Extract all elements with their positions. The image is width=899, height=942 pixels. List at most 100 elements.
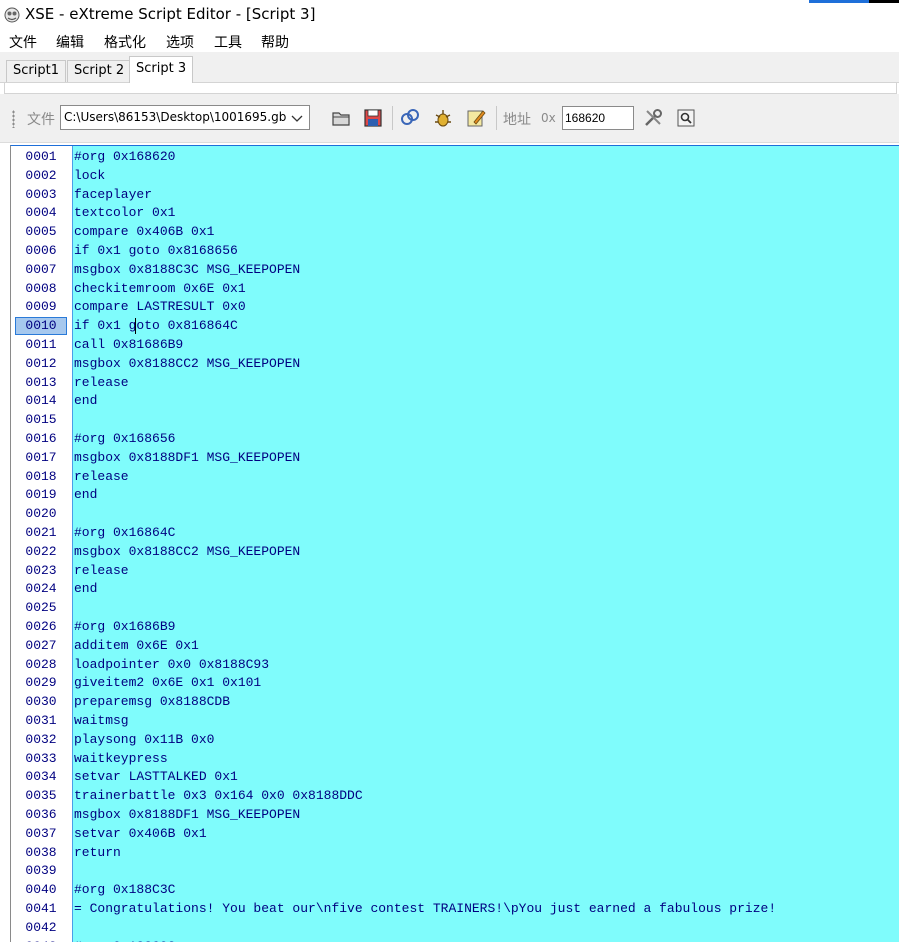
debug-icon[interactable] <box>431 106 455 130</box>
code-text[interactable]: compare LASTRESULT 0x0 <box>74 298 246 317</box>
code-text[interactable]: waitkeypress <box>74 750 168 769</box>
editor-line[interactable]: 0021 #org 0x16864C <box>11 524 899 543</box>
menu-tools[interactable]: 工具 <box>212 32 244 52</box>
editor-line[interactable]: 0029 giveitem2 0x6E 0x1 0x101 <box>11 674 899 693</box>
code-text[interactable]: loadpointer 0x0 0x8188C93 <box>74 656 269 675</box>
editor-line[interactable]: 0042 <box>11 919 899 938</box>
code-text[interactable]: setvar LASTTALKED 0x1 <box>74 768 238 787</box>
code-text[interactable]: msgbox 0x8188DF1 MSG_KEEPOPEN <box>74 449 300 468</box>
code-text[interactable]: #org 0x168656 <box>74 430 175 449</box>
editor-line[interactable]: 0014 end <box>11 392 899 411</box>
edit-icon[interactable] <box>464 106 488 130</box>
menu-file[interactable]: 文件 <box>7 32 39 52</box>
editor-line[interactable]: 0010 if 0x1 goto 0x816864C <box>11 317 899 336</box>
code-text[interactable]: trainerbattle 0x3 0x164 0x0 0x8188DDC <box>74 787 363 806</box>
editor-line[interactable]: 0034 setvar LASTTALKED 0x1 <box>11 768 899 787</box>
editor-line[interactable]: 0013 release <box>11 374 899 393</box>
tab-script1[interactable]: Script1 <box>6 60 66 82</box>
code-text[interactable]: msgbox 0x8188CC2 MSG_KEEPOPEN <box>74 543 300 562</box>
editor-line[interactable]: 0025 <box>11 599 899 618</box>
code-text[interactable]: release <box>74 374 129 393</box>
compile-icon[interactable] <box>398 106 422 130</box>
file-path-combo[interactable]: C:\Users\86153\Desktop\1001695.gb <box>60 105 310 130</box>
code-text[interactable]: faceplayer <box>74 186 152 205</box>
search-icon[interactable] <box>674 106 698 130</box>
address-input[interactable] <box>562 106 634 130</box>
editor-line[interactable]: 0036 msgbox 0x8188DF1 MSG_KEEPOPEN <box>11 806 899 825</box>
code-text[interactable]: msgbox 0x8188C3C MSG_KEEPOPEN <box>74 261 300 280</box>
menu-help[interactable]: 帮助 <box>259 32 291 52</box>
editor-line[interactable]: 0041 = Congratulations! You beat our\nfiv… <box>11 900 899 919</box>
code-text[interactable]: if 0x1 goto 0x816864C <box>74 317 238 336</box>
editor-line[interactable]: 0011 call 0x81686B9 <box>11 336 899 355</box>
save-icon[interactable] <box>361 106 385 130</box>
code-text[interactable]: preparemsg 0x8188CDB <box>74 693 230 712</box>
code-text[interactable]: release <box>74 562 129 581</box>
code-text[interactable]: end <box>74 580 97 599</box>
editor-line[interactable]: 0023 release <box>11 562 899 581</box>
code-text[interactable]: msgbox 0x8188CC2 MSG_KEEPOPEN <box>74 355 300 374</box>
code-text[interactable]: playsong 0x11B 0x0 <box>74 731 214 750</box>
open-folder-icon[interactable] <box>329 106 353 130</box>
editor-line[interactable]: 0043 #org 0x188C93 <box>11 938 899 942</box>
code-text[interactable]: return <box>74 844 121 863</box>
editor-line[interactable]: 0032 playsong 0x11B 0x0 <box>11 731 899 750</box>
toolbar-grip[interactable] <box>12 110 15 128</box>
editor-line[interactable]: 0019 end <box>11 486 899 505</box>
code-text[interactable]: giveitem2 0x6E 0x1 0x101 <box>74 674 261 693</box>
editor-line[interactable]: 0024 end <box>11 580 899 599</box>
code-text[interactable]: #org 0x168620 <box>74 148 175 167</box>
code-text[interactable]: #org 0x1686B9 <box>74 618 175 637</box>
editor-line[interactable]: 0008 checkitemroom 0x6E 0x1 <box>11 280 899 299</box>
editor-line[interactable]: 0037 setvar 0x406B 0x1 <box>11 825 899 844</box>
editor-line[interactable]: 0039 <box>11 862 899 881</box>
tab-script2[interactable]: Script 2 <box>67 60 132 82</box>
code-text[interactable]: msgbox 0x8188DF1 MSG_KEEPOPEN <box>74 806 300 825</box>
editor-line[interactable]: 0006 if 0x1 goto 0x8168656 <box>11 242 899 261</box>
editor-line[interactable]: 0040 #org 0x188C3C <box>11 881 899 900</box>
editor-line[interactable]: 0003 faceplayer <box>11 186 899 205</box>
editor-line[interactable]: 0030 preparemsg 0x8188CDB <box>11 693 899 712</box>
code-text[interactable]: call 0x81686B9 <box>74 336 183 355</box>
editor-line[interactable]: 0033 waitkeypress <box>11 750 899 769</box>
editor-line[interactable]: 0002 lock <box>11 167 899 186</box>
code-text[interactable]: end <box>74 392 97 411</box>
editor-line[interactable]: 0038 return <box>11 844 899 863</box>
menu-edit[interactable]: 编辑 <box>54 32 86 52</box>
code-text[interactable]: #org 0x16864C <box>74 524 175 543</box>
code-text[interactable]: release <box>74 468 129 487</box>
editor-line[interactable]: 0015 <box>11 411 899 430</box>
editor-line[interactable]: 0016 #org 0x168656 <box>11 430 899 449</box>
editor-line[interactable]: 0004 textcolor 0x1 <box>11 204 899 223</box>
editor-line[interactable]: 0012 msgbox 0x8188CC2 MSG_KEEPOPEN <box>11 355 899 374</box>
editor-line[interactable]: 0028 loadpointer 0x0 0x8188C93 <box>11 656 899 675</box>
editor-line[interactable]: 0007 msgbox 0x8188C3C MSG_KEEPOPEN <box>11 261 899 280</box>
editor-line[interactable]: 0026 #org 0x1686B9 <box>11 618 899 637</box>
code-text[interactable]: textcolor 0x1 <box>74 204 175 223</box>
code-text[interactable]: lock <box>74 167 105 186</box>
code-text[interactable]: #org 0x188C93 <box>74 938 175 942</box>
editor-line[interactable]: 0027 additem 0x6E 0x1 <box>11 637 899 656</box>
editor-line[interactable]: 0001 #org 0x168620 <box>11 148 899 167</box>
editor-line[interactable]: 0005 compare 0x406B 0x1 <box>11 223 899 242</box>
code-text[interactable]: additem 0x6E 0x1 <box>74 637 199 656</box>
editor-line[interactable]: 0020 <box>11 505 899 524</box>
code-text[interactable]: setvar 0x406B 0x1 <box>74 825 207 844</box>
code-text[interactable]: if 0x1 goto 0x8168656 <box>74 242 238 261</box>
chevron-down-icon[interactable] <box>288 109 306 127</box>
tools-icon[interactable] <box>641 106 665 130</box>
code-text[interactable]: end <box>74 486 97 505</box>
editor-line[interactable]: 0031 waitmsg <box>11 712 899 731</box>
code-text[interactable]: waitmsg <box>74 712 129 731</box>
code-text[interactable]: = Congratulations! You beat our\nfive co… <box>74 900 776 919</box>
menu-format[interactable]: 格式化 <box>102 32 148 52</box>
menu-options[interactable]: 选项 <box>164 32 196 52</box>
editor-line[interactable]: 0035 trainerbattle 0x3 0x164 0x0 0x8188DD… <box>11 787 899 806</box>
code-text[interactable]: #org 0x188C3C <box>74 881 175 900</box>
editor-line[interactable]: 0022 msgbox 0x8188CC2 MSG_KEEPOPEN <box>11 543 899 562</box>
editor-line[interactable]: 0009 compare LASTRESULT 0x0 <box>11 298 899 317</box>
editor-line[interactable]: 0017 msgbox 0x8188DF1 MSG_KEEPOPEN <box>11 449 899 468</box>
code-text[interactable]: compare 0x406B 0x1 <box>74 223 214 242</box>
script-editor[interactable]: 0001 #org 0x168620 0002 lock 0003 faceplayer 0… <box>10 145 899 942</box>
editor-line[interactable]: 0018 release <box>11 468 899 487</box>
